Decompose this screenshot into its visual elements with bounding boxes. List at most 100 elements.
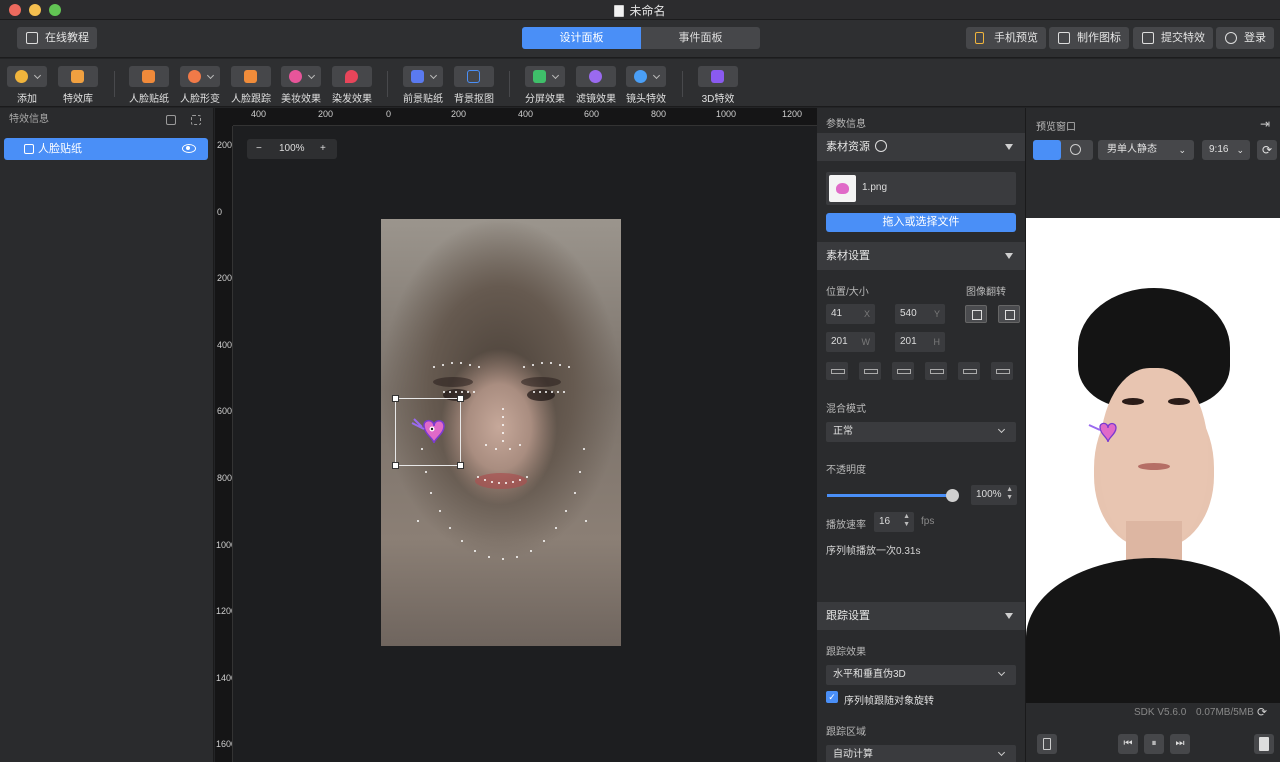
- effect-library-button[interactable]: 特效库: [58, 66, 98, 105]
- panel-switcher: 设计面板 事件面板: [522, 27, 760, 49]
- align-center-horizontal-button[interactable]: [859, 362, 881, 380]
- hair-dye-button[interactable]: 染发效果: [332, 66, 372, 105]
- phone-preview-button[interactable]: 手机预览: [966, 27, 1046, 49]
- blend-mode-select[interactable]: 正常: [826, 422, 1016, 442]
- landmark-dot: [449, 391, 451, 393]
- split-screen-button[interactable]: 分屏效果: [525, 66, 565, 105]
- landmark-dot: [467, 391, 469, 393]
- upload-icon: [1142, 32, 1154, 44]
- face-tracking-button[interactable]: 人脸跟踪: [231, 66, 271, 105]
- sync-icon[interactable]: ⟳: [1257, 705, 1267, 719]
- landmark-dot: [568, 366, 570, 368]
- opacity-input[interactable]: 100% ▲ ▼: [971, 485, 1017, 505]
- file-thumbnail: [829, 175, 856, 202]
- chevron-down-icon: ⌄: [1236, 145, 1244, 155]
- height-input[interactable]: 201 H: [895, 332, 945, 352]
- phone-frame-button[interactable]: [1037, 734, 1057, 754]
- camera-mode-icon[interactable]: [1070, 144, 1081, 155]
- sticker-selection-box[interactable]: [392, 395, 464, 469]
- submit-effect-button[interactable]: 提交特效: [1133, 27, 1213, 49]
- preview-panel: 预览窗口 ⇥ 男单人静态 ⌄ 9:16 ⌄ ⟳ SDK V5.6.0 0.07MB/…: [1026, 108, 1280, 762]
- landmark-dot: [502, 440, 504, 442]
- library-icon: [71, 70, 84, 83]
- y-input[interactable]: 540 Y: [895, 304, 945, 324]
- flip-horizontal-button[interactable]: [965, 305, 987, 323]
- tracking-settings-header[interactable]: 跟踪设置: [817, 602, 1025, 630]
- zoom-out-button[interactable]: −: [256, 139, 262, 159]
- canvas-area[interactable]: 400 200 0 200 400 600 800 1000 1200 200 …: [215, 108, 817, 762]
- face-sticker-button[interactable]: 人脸贴纸: [129, 66, 169, 105]
- landmark-dot: [519, 444, 521, 446]
- width-input[interactable]: 201 W: [826, 332, 875, 352]
- landmark-dot: [455, 391, 457, 393]
- tracking-effect-select[interactable]: 水平和垂直伪3D: [826, 665, 1016, 685]
- image-mode-icon[interactable]: [1033, 140, 1061, 160]
- align-right-button[interactable]: [892, 362, 914, 380]
- zoom-in-button[interactable]: +: [320, 139, 326, 159]
- pause-button[interactable]: ⏸: [1144, 734, 1164, 754]
- align-center-vertical-button[interactable]: [958, 362, 980, 380]
- resize-handle[interactable]: [392, 395, 399, 402]
- ruler-tick-label: 200: [217, 273, 233, 283]
- makeup-button[interactable]: 美妆效果: [281, 66, 321, 105]
- landmark-dot: [505, 481, 507, 484]
- toolbar-divider: [114, 71, 115, 97]
- resize-handle[interactable]: [457, 395, 464, 402]
- landmark-dot: [485, 444, 487, 446]
- next-frame-button[interactable]: ⏭: [1170, 734, 1190, 754]
- x-input[interactable]: 41 X: [826, 304, 875, 324]
- landmark-dot: [498, 481, 500, 484]
- tab-event-panel[interactable]: 事件面板: [641, 27, 760, 49]
- flip-vertical-button[interactable]: [998, 305, 1020, 323]
- align-left-button[interactable]: [826, 362, 848, 380]
- resize-handle[interactable]: [457, 462, 464, 469]
- landmark-dot: [473, 391, 475, 393]
- opacity-slider[interactable]: [827, 489, 959, 502]
- stepper-icon[interactable]: ▲ ▼: [903, 513, 910, 529]
- background-cutout-button[interactable]: 背景抠图: [454, 66, 494, 105]
- tracking-area-select[interactable]: 自动计算: [826, 745, 1016, 762]
- copy-icon[interactable]: [166, 115, 176, 125]
- model-select[interactable]: 男单人静态 ⌄: [1098, 140, 1194, 160]
- collapse-panel-icon[interactable]: ⇥: [1260, 117, 1270, 131]
- chevron-down-icon: ⌄: [1178, 145, 1186, 155]
- aspect-ratio-select[interactable]: 9:16 ⌄: [1202, 140, 1250, 160]
- rotate-follow-checkbox[interactable]: ✓: [826, 691, 838, 703]
- face-morph-button[interactable]: 人脸形变: [180, 66, 220, 105]
- tab-design-panel[interactable]: 设计面板: [522, 27, 641, 49]
- add-button[interactable]: 添加: [7, 66, 47, 105]
- image-icon: [1058, 32, 1070, 44]
- resize-handle[interactable]: [392, 462, 399, 469]
- make-icon-button[interactable]: 制作图标: [1049, 27, 1129, 49]
- info-icon[interactable]: [875, 140, 887, 152]
- align-bottom-button[interactable]: [991, 362, 1013, 380]
- play-icon: [26, 32, 38, 44]
- previous-frame-button[interactable]: ⏮: [1118, 734, 1138, 754]
- document-icon: [1259, 737, 1269, 751]
- foreground-sticker-button[interactable]: 前景贴纸: [403, 66, 443, 105]
- material-section-header[interactable]: 素材资源: [817, 133, 1025, 161]
- upload-file-button[interactable]: 拖入或选择文件: [826, 213, 1016, 232]
- eye-icon[interactable]: [182, 144, 196, 153]
- filter-button[interactable]: 滤镜效果: [576, 66, 616, 105]
- opacity-slider-knob[interactable]: [946, 489, 959, 502]
- online-tutorial-button[interactable]: 在线教程: [17, 27, 97, 49]
- landmark-dot: [491, 480, 493, 483]
- landmark-dot: [502, 408, 504, 410]
- duplicate-icon[interactable]: [191, 115, 201, 125]
- preview-image: [1026, 218, 1280, 703]
- align-top-button[interactable]: [925, 362, 947, 380]
- refresh-icon[interactable]: ⟳: [1257, 140, 1277, 160]
- 3d-effect-button[interactable]: 3D特效: [698, 66, 738, 105]
- landmark-dot: [473, 549, 476, 552]
- lens-effect-button[interactable]: 镜头特效: [626, 66, 666, 105]
- playback-rate-input[interactable]: 16 ▲ ▼: [874, 512, 914, 532]
- export-button[interactable]: [1254, 734, 1274, 754]
- material-settings-header[interactable]: 素材设置: [817, 242, 1025, 270]
- layer-item-face-sticker[interactable]: 人脸贴纸: [4, 138, 208, 160]
- lock-icon[interactable]: [215, 108, 233, 126]
- stepper-icon[interactable]: ▲ ▼: [1006, 486, 1013, 502]
- filter-icon: [589, 70, 602, 83]
- material-file-item[interactable]: 1.png: [826, 172, 1016, 205]
- login-button[interactable]: 登录: [1216, 27, 1274, 49]
